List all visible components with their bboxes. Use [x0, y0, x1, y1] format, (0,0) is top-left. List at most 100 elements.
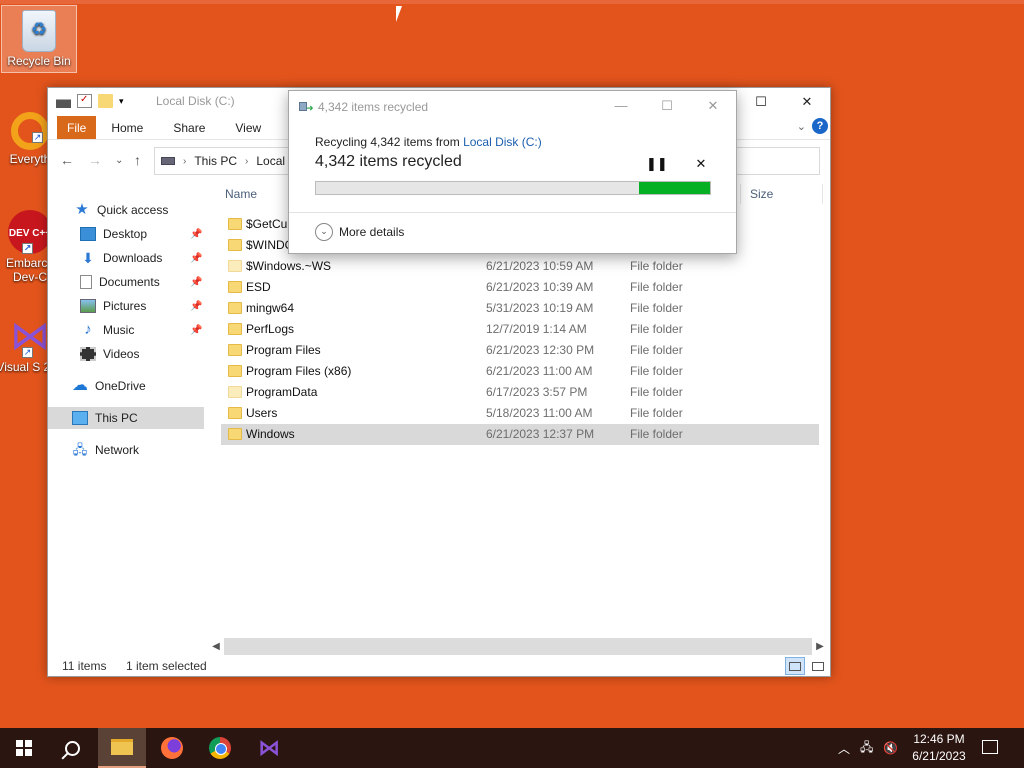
firefox-icon	[161, 737, 183, 759]
table-row[interactable]: ProgramData 6/17/2023 3:57 PM File folde…	[221, 382, 819, 403]
pin-icon[interactable]: 📌	[190, 277, 202, 288]
breadcrumb-separator-icon[interactable]: ›	[183, 156, 186, 167]
table-row[interactable]: ESD 6/21/2023 10:39 AM File folder	[221, 277, 819, 298]
desktop-top-edge	[0, 0, 1024, 4]
desktop-folder-icon	[80, 227, 96, 241]
file-type: File folder	[630, 280, 683, 294]
notification-center-icon[interactable]	[982, 740, 998, 754]
sidebar-item-label: This PC	[95, 411, 138, 425]
horizontal-scrollbar[interactable]: ◀ ▶	[208, 638, 828, 655]
sidebar-item-pictures[interactable]: Pictures 📌	[80, 295, 204, 317]
taskbar-clock[interactable]: 12:46 PM 6/21/2023	[904, 731, 974, 765]
column-separator[interactable]	[740, 184, 741, 204]
network-icon: 🖧	[72, 442, 88, 457]
scroll-left-arrow-icon[interactable]: ◀	[208, 638, 224, 655]
sidebar-item-downloads[interactable]: ⬇ Downloads 📌	[80, 247, 204, 269]
dialog-close-button[interactable]: ✕	[690, 91, 736, 121]
folder-icon	[228, 365, 242, 377]
file-type: File folder	[630, 406, 683, 420]
taskbar-visual-studio[interactable]: ⋈	[245, 728, 293, 768]
help-icon[interactable]: ?	[812, 118, 828, 134]
desktop-icon-recycle-bin[interactable]: Recycle Bin	[1, 5, 77, 73]
file-date: 6/17/2023 3:57 PM	[486, 385, 588, 399]
sidebar-item-onedrive[interactable]: ☁ OneDrive	[72, 375, 146, 397]
taskbar-chrome[interactable]	[196, 728, 244, 768]
file-type: File folder	[630, 385, 683, 399]
tab-home[interactable]: Home	[96, 116, 158, 139]
windows-logo-icon	[16, 740, 32, 756]
tab-share[interactable]: Share	[158, 116, 220, 139]
more-details-toggle[interactable]: ⌄ More details	[315, 223, 404, 241]
forward-arrow-icon[interactable]: →	[88, 152, 102, 168]
sidebar-item-label: Quick access	[97, 203, 169, 217]
breadcrumb-separator-icon[interactable]: ›	[245, 156, 248, 167]
table-row[interactable]: Windows 6/21/2023 12:37 PM File folder	[221, 424, 819, 445]
taskbar-firefox[interactable]	[148, 728, 196, 768]
table-row[interactable]: Program Files 6/21/2023 12:30 PM File fo…	[221, 340, 819, 361]
tab-view[interactable]: View	[220, 116, 276, 139]
sidebar-item-documents[interactable]: Documents 📌	[80, 271, 204, 293]
show-hidden-icons-chevron-icon[interactable]: ︿	[838, 740, 850, 757]
dialog-minimize-button[interactable]: —	[598, 91, 644, 121]
column-header-size[interactable]: Size	[750, 180, 773, 208]
column-header-name[interactable]: Name	[225, 180, 257, 208]
pause-button[interactable]: ❚❚	[646, 155, 668, 173]
pin-icon[interactable]: 📌	[190, 229, 202, 240]
file-type: File folder	[630, 427, 683, 441]
recycle-bin-icon	[22, 10, 56, 52]
sidebar-item-videos[interactable]: Videos	[80, 343, 139, 365]
close-button[interactable]: ✕	[784, 88, 830, 116]
table-row[interactable]: $Windows.~WS 6/21/2023 10:59 AM File fol…	[221, 256, 819, 277]
pin-icon[interactable]: 📌	[190, 301, 202, 312]
pictures-icon	[80, 299, 96, 313]
scrollbar-thumb[interactable]	[224, 638, 812, 655]
devcpp-app-icon: DEV C++ ↗	[8, 210, 52, 254]
sidebar-item-music[interactable]: ♪ Music 📌	[80, 319, 204, 341]
details-view-button[interactable]	[785, 657, 805, 675]
status-bar: 11 items 1 item selected	[48, 656, 830, 676]
maximize-button[interactable]: ☐	[738, 88, 784, 116]
network-status-icon[interactable]: 🖧	[860, 738, 873, 759]
breadcrumb-this-pc[interactable]: This PC	[194, 154, 237, 168]
scroll-right-arrow-icon[interactable]: ▶	[812, 638, 828, 655]
sidebar-item-desktop[interactable]: Desktop 📌	[80, 223, 204, 245]
table-row[interactable]: mingw64 5/31/2023 10:19 AM File folder	[221, 298, 819, 319]
sidebar-item-label: OneDrive	[95, 379, 146, 393]
large-icons-view-button[interactable]	[808, 657, 828, 675]
properties-icon[interactable]	[77, 94, 92, 108]
recent-locations-chevron-icon[interactable]: ⌄	[115, 155, 123, 166]
pin-icon[interactable]: 📌	[190, 253, 202, 264]
new-folder-icon[interactable]	[98, 94, 113, 108]
taskbar-file-explorer[interactable]	[98, 728, 146, 768]
pin-icon[interactable]: 📌	[190, 325, 202, 336]
volume-muted-icon[interactable]: 🔇	[883, 741, 898, 755]
customize-toolbar-chevron-icon[interactable]: ▾	[119, 96, 128, 107]
file-type: File folder	[630, 301, 683, 315]
search-button[interactable]	[48, 728, 96, 768]
computer-icon	[72, 411, 88, 425]
source-location-link[interactable]: Local Disk (C:)	[463, 135, 542, 149]
folder-icon	[228, 218, 242, 230]
table-row[interactable]: PerfLogs 12/7/2019 1:14 AM File folder	[221, 319, 819, 340]
file-name: Users	[246, 406, 278, 420]
sidebar-item-quick-access[interactable]: ★ Quick access	[74, 199, 168, 221]
expand-ribbon-chevron-icon[interactable]: ⌄	[797, 120, 806, 133]
sidebar-item-network[interactable]: 🖧 Network	[72, 439, 139, 461]
file-explorer-icon	[111, 739, 133, 755]
clock-time: 12:46 PM	[913, 732, 965, 746]
up-arrow-icon[interactable]: ↑	[134, 152, 141, 168]
dialog-maximize-button[interactable]: ☐	[644, 91, 690, 121]
column-separator[interactable]	[822, 184, 823, 204]
table-row[interactable]: Users 5/18/2023 11:00 AM File folder	[221, 403, 819, 424]
document-icon	[80, 275, 92, 289]
sidebar-item-label: Network	[95, 443, 140, 457]
table-row[interactable]: Program Files (x86) 6/21/2023 11:00 AM F…	[221, 361, 819, 382]
file-name: Windows	[246, 427, 295, 441]
dialog-titlebar[interactable]: ➜ 4,342 items recycled — ☐ ✕	[289, 91, 736, 121]
selection-count: 1 item selected	[126, 659, 207, 673]
tab-file[interactable]: File	[57, 116, 97, 139]
cancel-operation-button[interactable]: ✕	[692, 155, 710, 173]
sidebar-item-this-pc[interactable]: This PC	[48, 407, 204, 429]
start-button[interactable]	[0, 728, 48, 768]
back-arrow-icon[interactable]: ←	[60, 152, 74, 168]
